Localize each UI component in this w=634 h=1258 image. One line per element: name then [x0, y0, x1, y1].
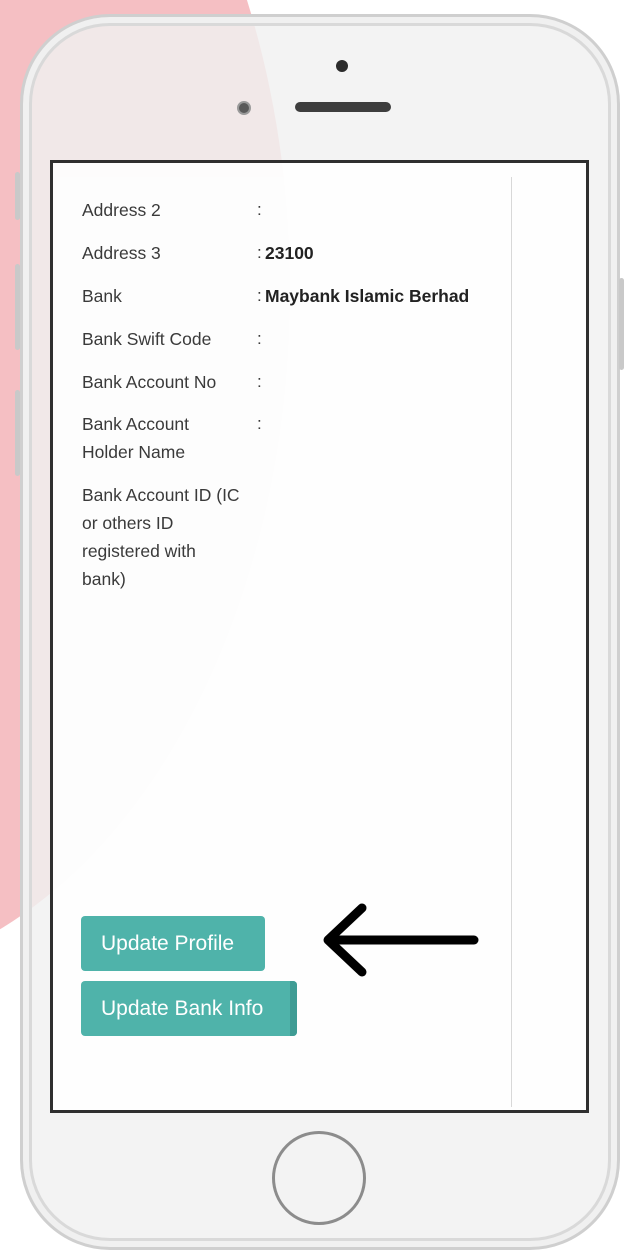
label-bank-account-holder-name: Bank Account Holder Name: [82, 414, 190, 462]
column-divider: [511, 177, 512, 1107]
colon-bank: :: [257, 286, 262, 305]
label-bank-account-id: Bank Account ID (IC or others ID registe…: [82, 485, 240, 589]
colon-bank-account-no: :: [257, 372, 262, 391]
colon-bank-account-holder-name: :: [257, 414, 262, 433]
page: Address 2 : Address 3 : 23100 Bank : May…: [0, 0, 634, 1258]
update-profile-button[interactable]: Update Profile: [81, 916, 265, 971]
value-bank: Maybank Islamic Berhad: [265, 286, 470, 306]
colon-bank-swift-code: :: [257, 329, 262, 348]
value-address-3: 23100: [265, 243, 314, 263]
volume-up-button: [15, 264, 20, 350]
mute-switch: [15, 172, 20, 220]
colon-address-3: :: [257, 243, 262, 262]
label-bank-account-no: Bank Account No: [82, 372, 217, 392]
earpiece-speaker: [295, 102, 391, 112]
label-address-2: Address 2: [82, 200, 161, 220]
power-button: [619, 278, 624, 370]
label-address-3: Address 3: [82, 243, 161, 263]
front-camera: [336, 60, 348, 72]
home-button: [272, 1131, 366, 1225]
volume-down-button: [15, 390, 20, 476]
colon-address-2: :: [257, 200, 262, 219]
update-bank-info-button[interactable]: Update Bank Info: [81, 981, 297, 1036]
label-bank: Bank: [82, 286, 122, 306]
arrow-left-icon: [323, 903, 479, 977]
label-bank-swift-code: Bank Swift Code: [82, 329, 212, 349]
proximity-sensor: [237, 101, 251, 115]
